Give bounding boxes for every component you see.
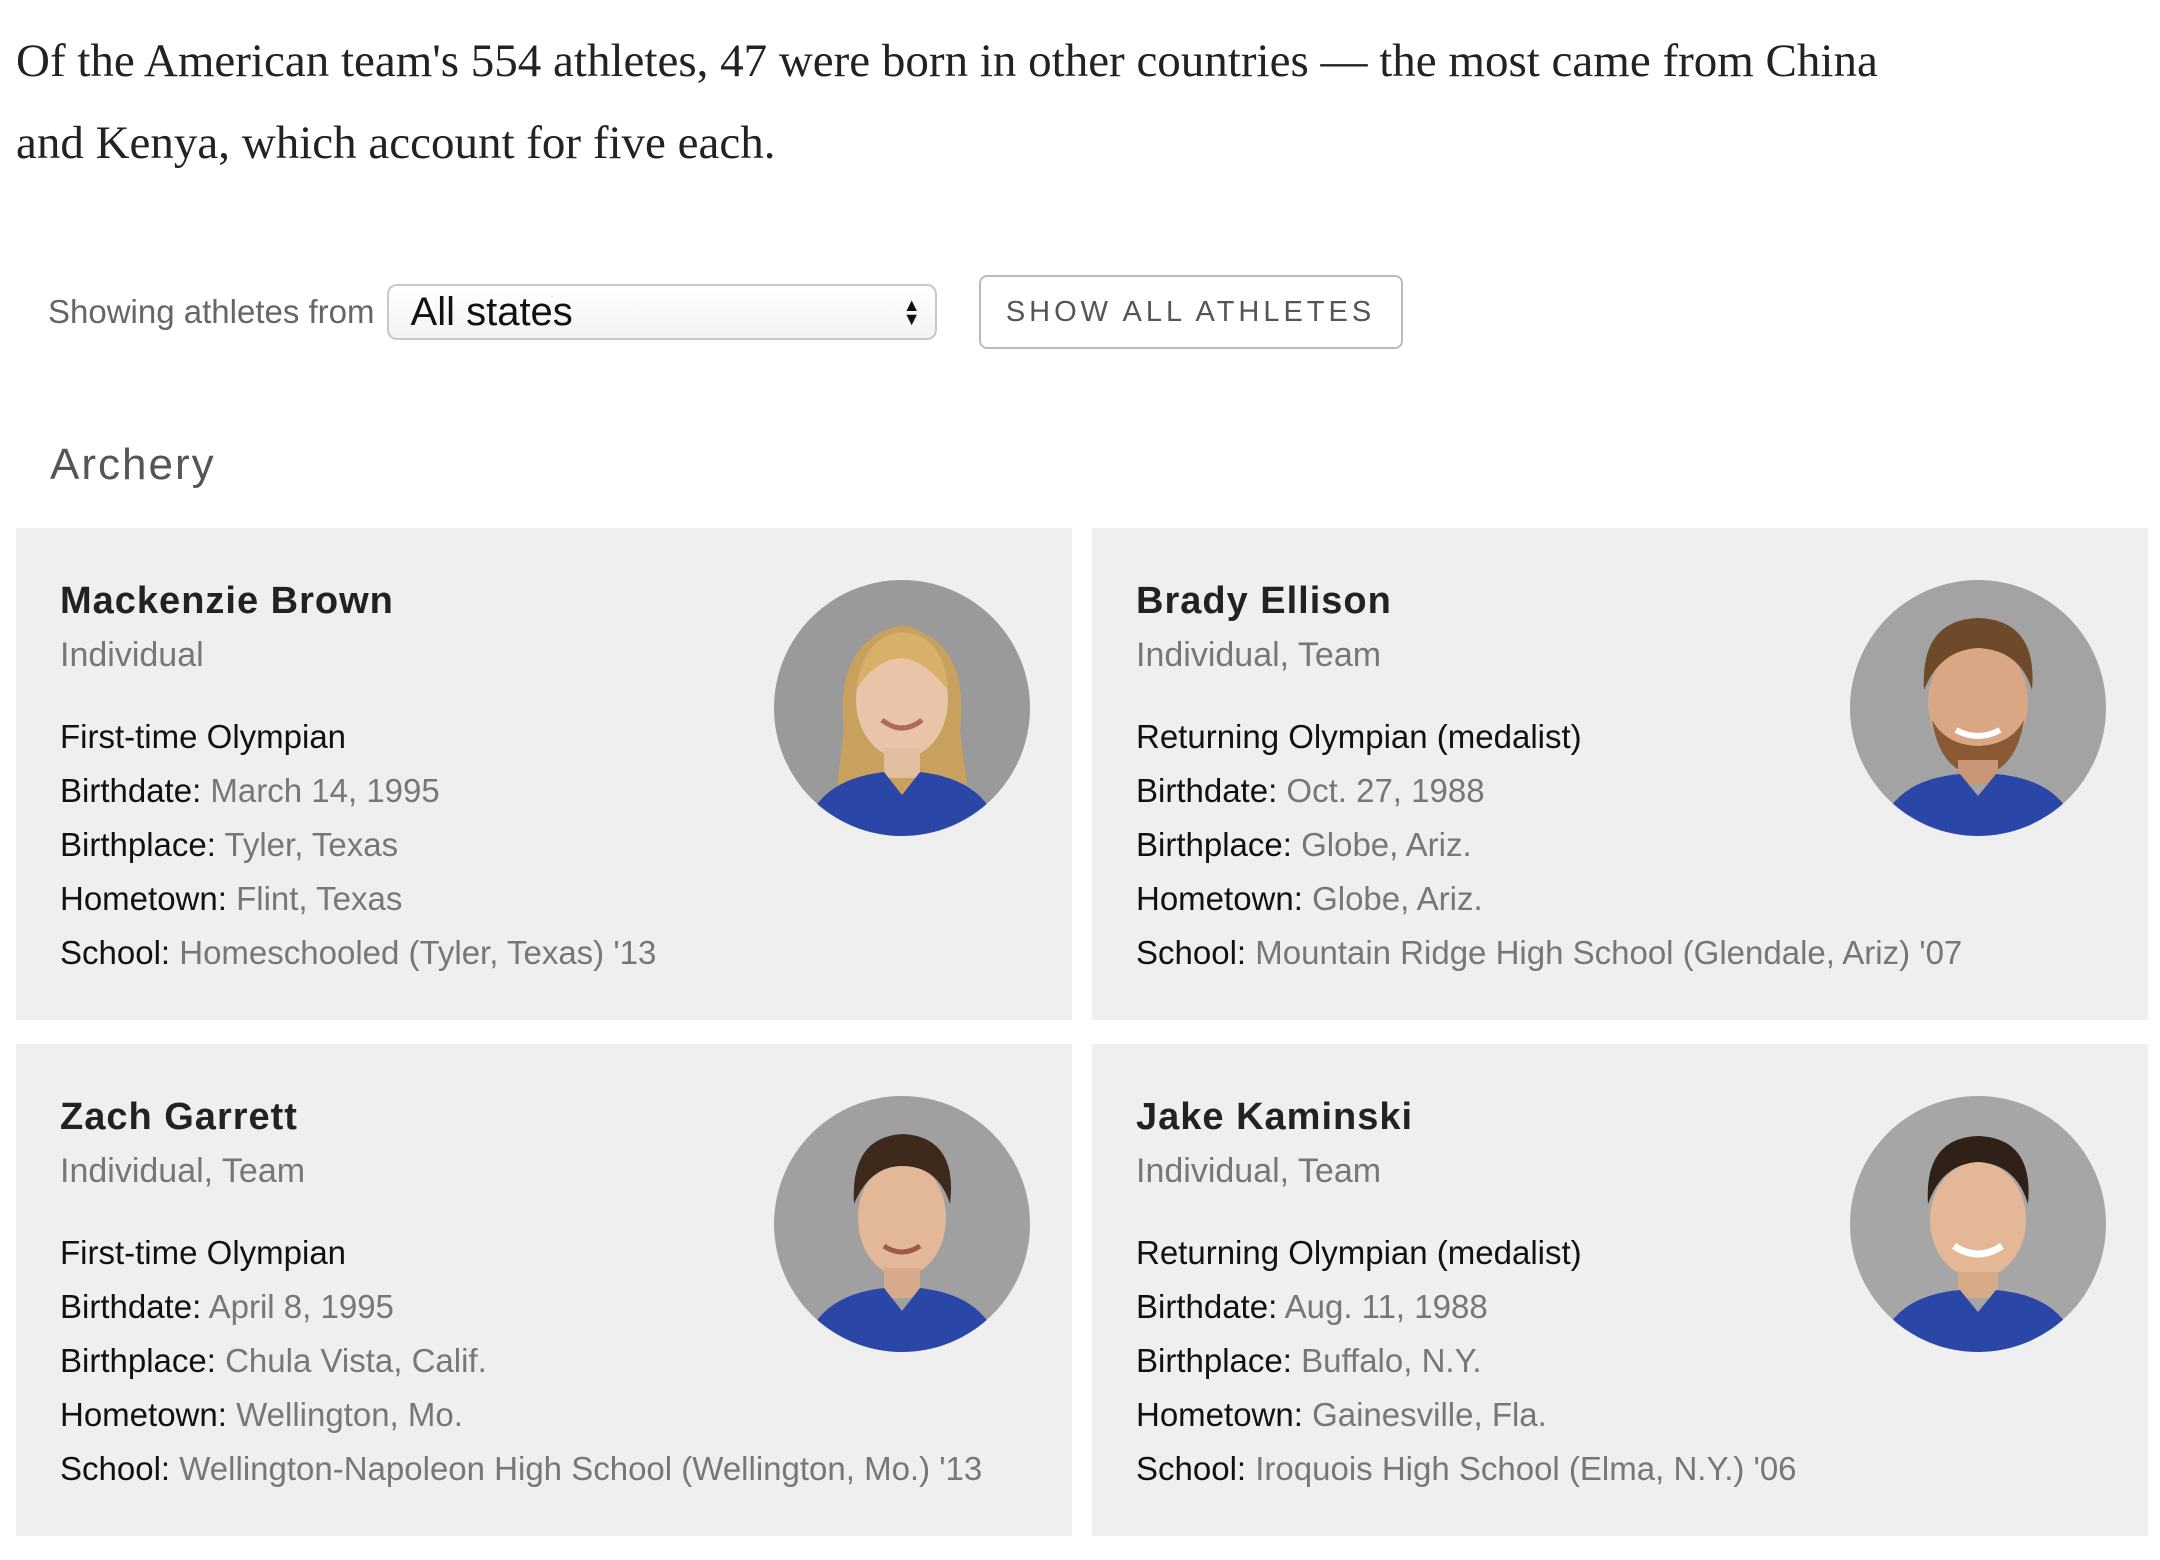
athlete-card: Jake Kaminski Individual, Team Returning… [1092, 1044, 2148, 1536]
hometown-value: Flint, Texas [236, 880, 403, 917]
hometown-row: Hometown: Globe, Ariz. [1136, 872, 1962, 926]
show-all-athletes-button[interactable]: SHOW ALL ATHLETES [978, 275, 1403, 349]
birthplace-value: Buffalo, N.Y. [1301, 1342, 1482, 1379]
birthdate-value: April 8, 1995 [208, 1288, 394, 1325]
athlete-card: Brady Ellison Individual, Team Returning… [1092, 528, 2148, 1020]
birthplace-label: Birthplace: [1136, 826, 1292, 863]
school-value: Wellington-Napoleon High School (Welling… [179, 1450, 983, 1487]
hometown-row: Hometown: Wellington, Mo. [60, 1388, 982, 1442]
athlete-name: Zach Garrett [60, 1096, 298, 1138]
school-label: School: [60, 1450, 171, 1487]
school-value: Homeschooled (Tyler, Texas) '13 [179, 934, 657, 971]
birthplace-row: Birthplace: Buffalo, N.Y. [1136, 1334, 1797, 1388]
filter-label: Showing athletes from [48, 293, 375, 330]
birthdate-label: Birthdate: [60, 1288, 202, 1325]
birthdate-value: March 14, 1995 [210, 772, 440, 809]
hometown-label: Hometown: [60, 880, 227, 917]
birthdate-value: Oct. 27, 1988 [1286, 772, 1485, 809]
birthplace-row: Birthplace: Globe, Ariz. [1136, 818, 1962, 872]
school-value: Iroquois High School (Elma, N.Y.) '06 [1255, 1450, 1797, 1487]
birthplace-value: Tyler, Texas [224, 826, 399, 863]
birthdate-row: Birthdate: Oct. 27, 1988 [1136, 764, 1962, 818]
birthplace-row: Birthplace: Chula Vista, Calif. [60, 1334, 982, 1388]
school-row: School: Iroquois High School (Elma, N.Y.… [1136, 1442, 1797, 1496]
school-row: School: Mountain Ridge High School (Glen… [1136, 926, 1962, 980]
athlete-events: Individual, Team [60, 1152, 306, 1190]
athlete-photo [774, 1096, 1030, 1352]
birthdate-label: Birthdate: [60, 772, 202, 809]
hometown-label: Hometown: [1136, 1396, 1303, 1433]
birthplace-label: Birthplace: [60, 1342, 216, 1379]
school-label: School: [1136, 934, 1247, 971]
birthplace-value: Globe, Ariz. [1301, 826, 1472, 863]
athlete-status: First-time Olympian [60, 718, 347, 755]
hometown-row: Hometown: Flint, Texas [60, 872, 656, 926]
athlete-card: Mackenzie Brown Individual First-time Ol… [16, 528, 1072, 1020]
state-select-value: All states [410, 289, 573, 334]
athlete-status: Returning Olympian (medalist) [1136, 1234, 1582, 1271]
athlete-card: Zach Garrett Individual, Team First-time… [16, 1044, 1072, 1536]
birthplace-value: Chula Vista, Calif. [225, 1342, 487, 1379]
athlete-info: Returning Olympian (medalist) Birthdate:… [1136, 710, 1962, 980]
hometown-label: Hometown: [1136, 880, 1303, 917]
athlete-status: Returning Olympian (medalist) [1136, 718, 1582, 755]
hometown-label: Hometown: [60, 1396, 227, 1433]
athlete-name: Brady Ellison [1136, 580, 1392, 622]
birthdate-label: Birthdate: [1136, 1288, 1278, 1325]
school-row: School: Wellington-Napoleon High School … [60, 1442, 982, 1496]
athlete-photo [1850, 580, 2106, 836]
school-value: Mountain Ridge High School (Glendale, Ar… [1255, 934, 1963, 971]
hometown-value: Gainesville, Fla. [1312, 1396, 1547, 1433]
athlete-events: Individual [60, 636, 204, 674]
section-title: Archery [50, 440, 216, 489]
select-arrows-icon: ▲ ▼ [902, 295, 921, 329]
hometown-value: Wellington, Mo. [236, 1396, 463, 1433]
birthdate-row: Birthdate: March 14, 1995 [60, 764, 656, 818]
athlete-info: First-time Olympian Birthdate: March 14,… [60, 710, 656, 980]
birthdate-label: Birthdate: [1136, 772, 1278, 809]
state-select[interactable]: All states ▲ ▼ [386, 284, 937, 340]
filter-bar: Showing athletes from All states ▲ ▼ SHOW… [48, 274, 1403, 350]
school-label: School: [60, 934, 171, 971]
birthdate-value: Aug. 11, 1988 [1284, 1288, 1488, 1325]
school-row: School: Homeschooled (Tyler, Texas) '13 [60, 926, 656, 980]
birthplace-row: Birthplace: Tyler, Texas [60, 818, 656, 872]
hometown-value: Globe, Ariz. [1312, 880, 1483, 917]
athlete-info: Returning Olympian (medalist) Birthdate:… [1136, 1226, 1797, 1496]
birthplace-label: Birthplace: [60, 826, 216, 863]
athlete-photo [1850, 1096, 2106, 1352]
hometown-row: Hometown: Gainesville, Fla. [1136, 1388, 1797, 1442]
birthdate-row: Birthdate: Aug. 11, 1988 [1136, 1280, 1797, 1334]
intro-paragraph: Of the American team's 554 athletes, 47 … [16, 35, 1878, 169]
birthplace-label: Birthplace: [1136, 1342, 1292, 1379]
athlete-events: Individual, Team [1136, 636, 1382, 674]
athlete-photo [774, 580, 1030, 836]
athlete-name: Jake Kaminski [1136, 1096, 1414, 1138]
athlete-events: Individual, Team [1136, 1152, 1382, 1190]
school-label: School: [1136, 1450, 1247, 1487]
athlete-name: Mackenzie Brown [60, 580, 394, 622]
